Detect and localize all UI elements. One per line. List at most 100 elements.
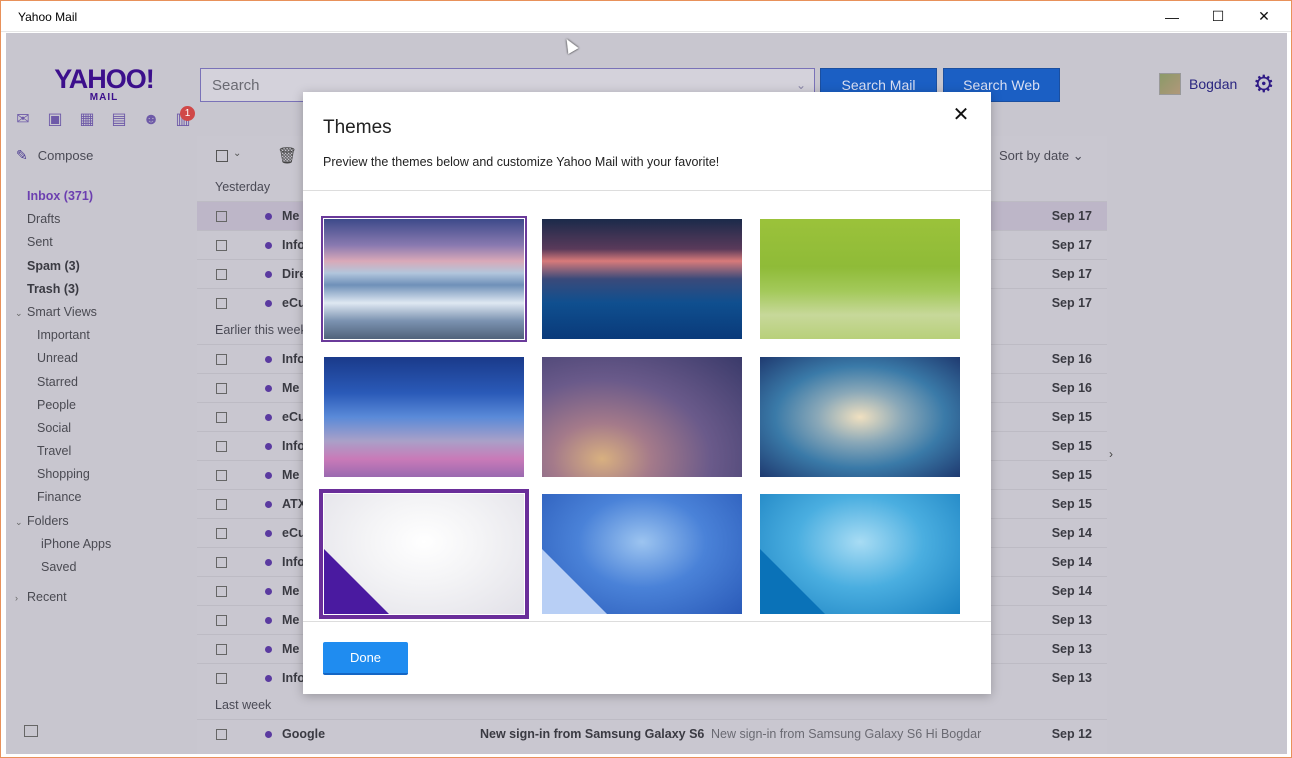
date: Sep 13: [1051, 671, 1092, 685]
calendar-icon[interactable]: ▦: [78, 111, 96, 129]
unread-dot: [265, 530, 272, 537]
date: Sep 17: [1051, 238, 1092, 252]
theme-thumb-7[interactable]: [319, 489, 529, 619]
unread-dot: [265, 646, 272, 653]
sidebar-item[interactable]: Drafts: [6, 208, 196, 231]
dialog-subtitle: Preview the themes below and customize Y…: [323, 155, 720, 169]
theme-thumb-9[interactable]: [760, 494, 960, 614]
messenger-icon[interactable]: ☻: [142, 111, 160, 129]
image-icon[interactable]: [24, 725, 38, 737]
dialog-title: Themes: [323, 117, 392, 138]
unread-dot: [265, 300, 272, 307]
close-window-button[interactable]: ✕: [1241, 1, 1287, 32]
date: Sep 16: [1051, 352, 1092, 366]
date: Sep 17: [1051, 209, 1092, 223]
row-checkbox[interactable]: [216, 383, 227, 394]
row-checkbox[interactable]: [216, 240, 227, 251]
sender: Me: [282, 642, 300, 656]
sender: Info: [282, 671, 305, 685]
sidebar-item[interactable]: Trash (3): [6, 278, 196, 301]
sidebar-item-label: Folders: [27, 513, 69, 528]
row-checkbox[interactable]: [216, 470, 227, 481]
chevron-down-icon[interactable]: ⌄: [233, 148, 241, 159]
logo-main: YAHOO!: [54, 64, 155, 94]
row-checkbox[interactable]: [216, 211, 227, 222]
close-dialog-button[interactable]: ✕: [952, 105, 970, 125]
preview: New sign-in from Samsung Galaxy S6 Hi Bo…: [711, 727, 982, 741]
sidebar-item[interactable]: Important: [6, 324, 196, 347]
theme-thumb-4[interactable]: [324, 357, 524, 477]
date: Sep 16: [1051, 381, 1092, 395]
title-bar: Yahoo Mail — ☐ ✕: [1, 1, 1291, 32]
chevron-right-icon[interactable]: ›: [1109, 447, 1113, 461]
sidebar-item[interactable]: Finance: [6, 486, 196, 509]
theme-thumb-6[interactable]: [760, 357, 960, 477]
logo-sub: MAIL: [89, 92, 119, 103]
select-all-checkbox[interactable]: [216, 150, 228, 162]
theme-thumb-1[interactable]: [321, 216, 527, 342]
sidebar-item-label: Recent: [27, 590, 67, 605]
sidebar-item[interactable]: Spam (3): [6, 255, 196, 278]
notepad-icon[interactable]: ▤: [110, 111, 128, 129]
sidebar-item[interactable]: Shopping: [6, 463, 196, 486]
table-row[interactable]: Google New sign-in from Samsung Galaxy S6…: [197, 719, 1107, 748]
row-checkbox[interactable]: [216, 499, 227, 510]
sidebar-item[interactable]: Inbox (371): [6, 185, 196, 208]
chevron-right-icon[interactable]: ›: [15, 587, 25, 610]
sidebar-item[interactable]: ⌄ Folders: [6, 510, 196, 533]
sidebar-item[interactable]: Sent: [6, 231, 196, 254]
chevron-down-icon[interactable]: ⌄: [15, 511, 25, 534]
theme-thumb-3[interactable]: [760, 219, 960, 339]
sidebar-item-label: Saved: [41, 560, 77, 574]
maximize-button[interactable]: ☐: [1195, 1, 1241, 32]
sort-dropdown[interactable]: Sort by date ⌄: [999, 148, 1084, 164]
sidebar-item[interactable]: Travel: [6, 440, 196, 463]
sidebar-item[interactable]: Social: [6, 417, 196, 440]
row-checkbox[interactable]: [216, 644, 227, 655]
row-checkbox[interactable]: [216, 673, 227, 684]
chevron-down-icon[interactable]: ⌄: [796, 78, 806, 92]
sidebar-item-label: People: [37, 397, 76, 412]
date: Sep 15: [1051, 497, 1092, 511]
row-checkbox[interactable]: [216, 412, 227, 423]
yahoo-logo[interactable]: YAHOO! MAIL: [54, 64, 155, 103]
contacts-icon[interactable]: ▣: [46, 111, 64, 129]
sidebar-item[interactable]: iPhone Apps: [6, 533, 196, 556]
corner-triangle: [760, 549, 825, 614]
done-button[interactable]: Done: [323, 642, 408, 675]
row-checkbox[interactable]: [216, 354, 227, 365]
row-checkbox[interactable]: [216, 615, 227, 626]
theme-thumb-2[interactable]: [542, 219, 742, 339]
unread-dot: [265, 588, 272, 595]
sender: Info: [282, 352, 305, 366]
sender: Me: [282, 381, 300, 395]
row-checkbox[interactable]: [216, 441, 227, 452]
row-checkbox[interactable]: [216, 729, 227, 740]
sidebar-item[interactable]: People: [6, 394, 196, 417]
user-menu[interactable]: Bogdan: [1159, 73, 1237, 95]
sidebar-item[interactable]: Starred: [6, 371, 196, 394]
row-checkbox[interactable]: [216, 586, 227, 597]
avatar: [1159, 73, 1181, 95]
sidebar-item[interactable]: ⌄ Smart Views: [6, 301, 196, 324]
trash-icon[interactable]: 🗑: [277, 146, 297, 166]
row-checkbox[interactable]: [216, 298, 227, 309]
unread-dot: [265, 414, 272, 421]
sidebar-item[interactable]: Unread: [6, 347, 196, 370]
compose-button[interactable]: ✎ Compose: [16, 147, 93, 164]
sender: Me: [282, 584, 300, 598]
theme-thumb-5[interactable]: [542, 357, 742, 477]
theme-thumb-8[interactable]: [542, 494, 742, 614]
minimize-button[interactable]: —: [1149, 1, 1195, 32]
row-checkbox[interactable]: [216, 528, 227, 539]
row-checkbox[interactable]: [216, 269, 227, 280]
mail-icon[interactable]: ✉: [14, 111, 32, 129]
sidebar-item[interactable]: › Recent: [6, 586, 196, 609]
pencil-icon: ✎: [16, 147, 28, 163]
maximize-icon: ☐: [1211, 8, 1225, 24]
date: Sep 17: [1051, 267, 1092, 281]
sidebar-item[interactable]: Saved: [6, 556, 196, 579]
chevron-down-icon[interactable]: ⌄: [15, 302, 25, 325]
gear-icon[interactable]: ⚙: [1253, 73, 1277, 97]
row-checkbox[interactable]: [216, 557, 227, 568]
